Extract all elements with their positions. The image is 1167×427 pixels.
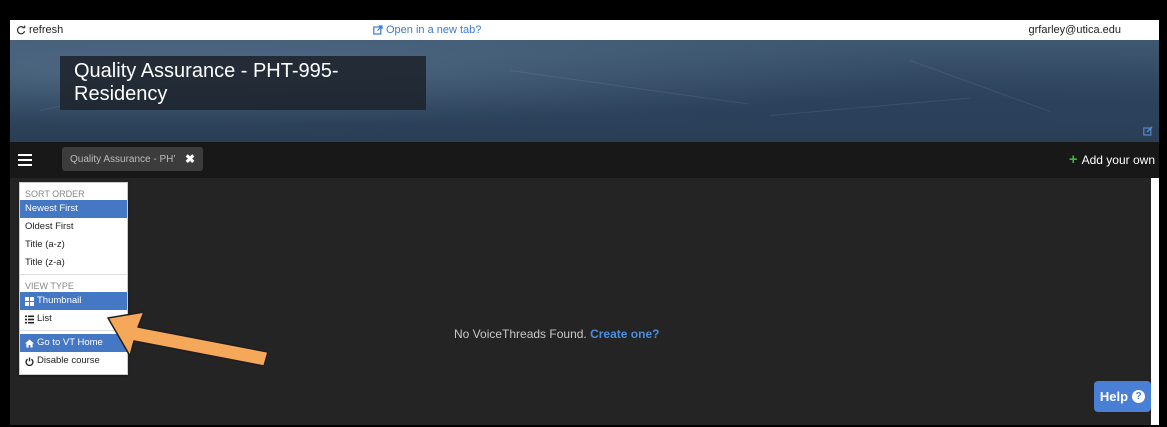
close-icon[interactable]: ✖	[185, 152, 195, 166]
course-tab-label: Quality Assurance - PH’	[70, 153, 176, 165]
user-email: grfarley@utica.edu	[1028, 24, 1122, 36]
view-thumbnail[interactable]: Thumbnail	[20, 292, 127, 310]
empty-text: No VoiceThreads Found.	[454, 327, 587, 341]
refresh-icon	[16, 25, 26, 35]
add-your-own-label: Add your own	[1081, 153, 1155, 167]
top-bar: refresh Open in a new tab? grfarley@utic…	[10, 20, 1159, 40]
view-type-header: VIEW TYPE	[25, 281, 74, 291]
main-content: No VoiceThreads Found. Create one?	[10, 178, 1151, 425]
go-to-vt-home[interactable]: Go to VT Home	[20, 334, 127, 352]
go-to-vt-home-label: Go to VT Home	[37, 337, 103, 348]
help-button[interactable]: Help ?	[1094, 381, 1151, 412]
question-icon: ?	[1132, 390, 1146, 403]
sort-oldest-first[interactable]: Oldest First	[20, 218, 127, 236]
view-thumbnail-label: Thumbnail	[37, 295, 82, 306]
view-list[interactable]: List	[20, 310, 127, 328]
power-icon	[25, 357, 34, 366]
add-your-own-button[interactable]: + Add your own	[1068, 151, 1155, 168]
help-label: Help	[1099, 389, 1129, 404]
home-icon	[25, 339, 34, 347]
refresh-button[interactable]: refresh	[16, 24, 63, 36]
sort-order-header: SORT ORDER	[25, 189, 85, 199]
list-icon	[25, 315, 34, 323]
disable-course-label: Disable course	[37, 355, 100, 366]
menu-toggle-button[interactable]	[18, 154, 32, 169]
disable-course[interactable]: Disable course	[20, 352, 127, 370]
edit-banner-icon[interactable]	[1143, 126, 1153, 136]
empty-message: No VoiceThreads Found. Create one?	[454, 327, 659, 341]
open-new-tab-link[interactable]: Open in a new tab?	[373, 24, 481, 36]
plus-icon: +	[1068, 151, 1078, 168]
create-one-link[interactable]: Create one?	[590, 327, 659, 341]
tab-bar: Quality Assurance - PH’ ✖ + Add your own	[10, 142, 1159, 178]
view-list-label: List	[37, 313, 52, 324]
grid-icon	[25, 296, 34, 306]
app-frame: refresh Open in a new tab? grfarley@utic…	[10, 20, 1159, 425]
scrollbar-track[interactable]	[1151, 178, 1159, 425]
open-new-tab-label: Open in a new tab?	[386, 24, 482, 36]
external-link-icon	[373, 25, 383, 35]
sort-title-a-z[interactable]: Title (a-z)	[20, 236, 127, 254]
sort-newest-first[interactable]: Newest First	[20, 200, 127, 218]
course-title: Quality Assurance - PHT-995-Residency	[60, 56, 426, 110]
course-tab[interactable]: Quality Assurance - PH’ ✖	[62, 147, 203, 171]
options-menu: SORT ORDER Newest First Oldest First Tit…	[19, 182, 128, 375]
sort-title-z-a[interactable]: Title (z-a)	[20, 254, 127, 272]
course-banner: Quality Assurance - PHT-995-Residency	[10, 40, 1159, 142]
refresh-label: refresh	[29, 24, 64, 36]
